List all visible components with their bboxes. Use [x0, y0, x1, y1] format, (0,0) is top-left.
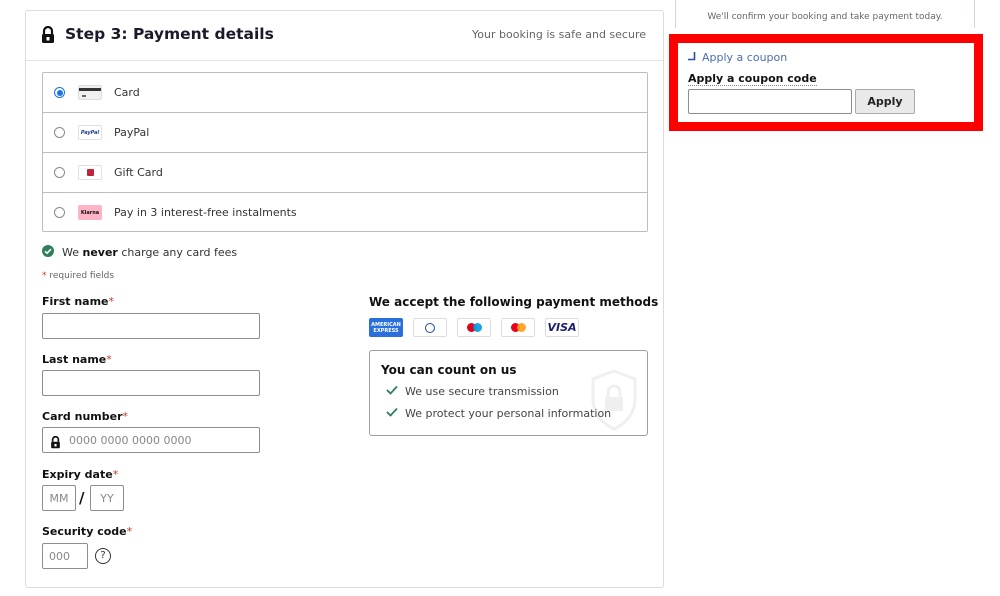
expiry-date-label: Expiry date* [42, 468, 118, 481]
page-title: Step 3: Payment details [65, 25, 274, 43]
payment-option-label: Gift Card [114, 166, 163, 179]
expiry-month-input[interactable] [42, 485, 76, 511]
paypal-logo-icon: PayPal [78, 125, 102, 140]
first-name-label: First name* [42, 295, 114, 308]
required-star: * [108, 295, 115, 308]
payment-option-paypal[interactable]: PayPal PayPal [43, 113, 647, 153]
payment-option-label: Card [114, 86, 140, 99]
label-text: First name [42, 295, 109, 308]
klarna-logo-icon: Klarna [78, 205, 102, 220]
payment-option-label: Pay in 3 interest-free instalments [114, 206, 297, 219]
no-fees-note: We never charge any card fees [42, 245, 237, 260]
apply-coupon-link[interactable]: Apply a coupon [702, 51, 787, 64]
security-code-input[interactable] [42, 543, 88, 569]
last-name-input[interactable] [42, 370, 260, 396]
trust-item-text: We use secure transmission [405, 385, 559, 398]
required-fields-note: * required fields [42, 271, 114, 281]
lock-icon [41, 25, 55, 48]
trust-item: We use secure transmission [386, 385, 559, 398]
fees-bold: never [82, 246, 118, 259]
mastercard-circles [510, 323, 526, 332]
radio-klarna[interactable] [54, 207, 65, 218]
radio-gift-card[interactable] [54, 167, 65, 178]
trust-box: You can count on us We use secure transm… [369, 350, 648, 436]
label-text: Card number [42, 410, 123, 423]
amex-text-2: EXPRESS [373, 327, 399, 334]
expiry-year-input[interactable] [90, 485, 124, 511]
payment-option-klarna[interactable]: Klarna Pay in 3 interest-free instalment… [43, 193, 647, 231]
gift-card-icon [78, 165, 102, 180]
label-text: Expiry date [42, 468, 113, 481]
payment-details-panel: Step 3: Payment details Your booking is … [25, 10, 664, 588]
circle-orange [516, 323, 526, 332]
panel-header: Step 3: Payment details Your booking is … [26, 11, 663, 61]
label-text: Last name [42, 353, 107, 366]
payment-option-label: PayPal [114, 126, 150, 139]
confirm-note: We'll confirm your booking and take paym… [707, 12, 943, 22]
corner-arrow-icon [688, 51, 696, 64]
check-icon [386, 385, 398, 398]
lock-icon [50, 434, 61, 453]
trust-item-text: We protect your personal information [405, 407, 612, 420]
payment-method-list: Card PayPal PayPal Gift Card Klarna Pay … [42, 72, 648, 232]
amex-logo-icon: AMERICAN EXPRESS [369, 318, 403, 337]
help-question-icon[interactable]: ? [95, 548, 111, 564]
diners-mark [425, 322, 435, 333]
shield-lock-icon [589, 369, 639, 435]
coupon-code-input[interactable] [688, 89, 852, 114]
required-star: * [122, 410, 129, 423]
card-number-field[interactable] [42, 427, 260, 453]
security-code-label: Security code* [42, 525, 132, 538]
label-text: Security code [42, 525, 127, 538]
credit-card-icon [78, 85, 102, 100]
expiry-separator: / [79, 489, 85, 507]
radio-card[interactable] [54, 87, 65, 98]
fees-suffix: charge any card fees [117, 246, 238, 259]
secure-note: Your booking is safe and secure [472, 28, 646, 41]
trust-item: We protect your personal information [386, 407, 611, 420]
coupon-code-label: Apply a coupon code [688, 72, 817, 86]
sidebar-summary-box: We'll confirm your booking and take paym… [675, 0, 975, 28]
last-name-label: Last name* [42, 353, 112, 366]
required-star: * [106, 353, 112, 366]
fees-prefix: We [62, 246, 83, 259]
maestro-circles [466, 323, 482, 332]
required-star: * [112, 468, 119, 481]
trust-title: You can count on us [381, 363, 517, 377]
diners-club-logo-icon [413, 318, 447, 337]
payment-option-gift-card[interactable]: Gift Card [43, 153, 647, 193]
circle-blue [472, 323, 482, 332]
check-circle-icon [42, 245, 54, 260]
radio-paypal[interactable] [54, 127, 65, 138]
apply-coupon-toggle[interactable]: Apply a coupon [688, 51, 787, 64]
maestro-logo-icon [457, 318, 491, 337]
card-number-input[interactable] [69, 428, 255, 452]
accepted-methods-title: We accept the following payment methods [369, 295, 659, 309]
check-icon [386, 407, 398, 420]
required-text: required fields [46, 271, 115, 281]
visa-logo-icon: VISA [545, 318, 579, 337]
payment-option-card[interactable]: Card [43, 73, 647, 113]
accepted-logos: AMERICAN EXPRESS VISA [369, 318, 579, 337]
mastercard-logo-icon [501, 318, 535, 337]
first-name-input[interactable] [42, 313, 260, 339]
card-number-label: Card number* [42, 410, 128, 423]
apply-coupon-button[interactable]: Apply [855, 89, 915, 114]
required-star: * [126, 525, 133, 538]
